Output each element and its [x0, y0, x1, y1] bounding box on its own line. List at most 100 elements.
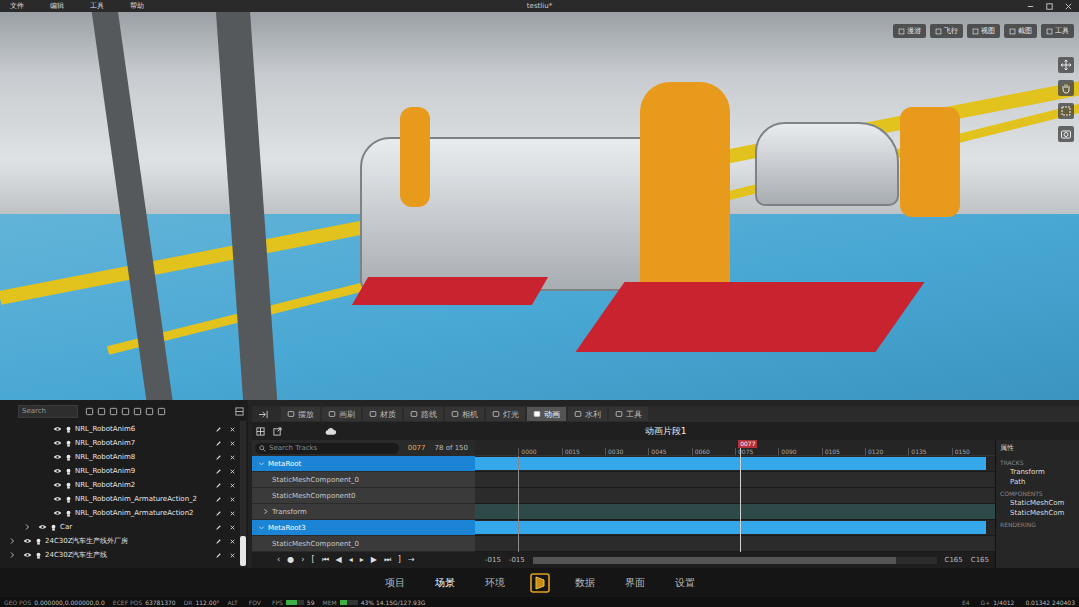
- dock-tab[interactable]: 界面: [617, 574, 653, 592]
- scene-tree-scrollbar[interactable]: [240, 421, 246, 566]
- track-chevron-icon[interactable]: [258, 460, 265, 467]
- visibility-eye-icon[interactable]: [38, 524, 47, 530]
- visibility-eye-icon[interactable]: [53, 482, 62, 488]
- menu-item[interactable]: 工具: [90, 1, 104, 11]
- editor-tab[interactable]: 摆放: [281, 407, 320, 421]
- playback-button[interactable]: ›: [298, 554, 307, 566]
- editor-tab[interactable]: 画刷: [322, 407, 361, 421]
- timeline-lane[interactable]: [475, 488, 995, 504]
- edit-pencil-icon[interactable]: [215, 538, 222, 545]
- visibility-eye-icon[interactable]: [53, 468, 62, 474]
- delete-x-icon[interactable]: [229, 510, 236, 517]
- scene-tree-item[interactable]: NRL_RobotAnim6: [0, 422, 240, 436]
- editor-tab[interactable]: 动画: [527, 407, 566, 421]
- track-chevron-icon[interactable]: [258, 524, 265, 531]
- visibility-eye-icon[interactable]: [53, 496, 62, 502]
- delete-x-icon[interactable]: [229, 454, 236, 461]
- expand-chevron-icon[interactable]: [8, 551, 16, 559]
- visibility-eye-icon[interactable]: [53, 510, 62, 516]
- track-row[interactable]: Transform: [252, 504, 475, 520]
- track-chevron-icon[interactable]: [262, 508, 269, 515]
- menu-item[interactable]: 文件: [10, 1, 24, 11]
- scene-tree-item[interactable]: 24C30Z汽车生产线: [0, 548, 240, 562]
- edit-pencil-icon[interactable]: [215, 496, 222, 503]
- tree-tool-icon[interactable]: [157, 407, 166, 416]
- tree-tool-icon[interactable]: [145, 407, 154, 416]
- cloud-icon[interactable]: [324, 427, 337, 436]
- dock-tab[interactable]: 数据: [567, 574, 603, 592]
- tree-tool-icon[interactable]: [121, 407, 130, 416]
- playback-button[interactable]: ]: [395, 554, 404, 566]
- edit-pencil-icon[interactable]: [215, 524, 222, 531]
- scene-search-field[interactable]: Search: [18, 405, 78, 418]
- frame-tool-button[interactable]: [1058, 103, 1074, 119]
- app-logo[interactable]: [527, 570, 553, 596]
- current-frame[interactable]: 0077: [404, 444, 430, 452]
- timeline-main[interactable]: 0000001500300045006000750090010501200135…: [475, 440, 995, 552]
- edit-pencil-icon[interactable]: [215, 426, 222, 433]
- visibility-eye-icon[interactable]: [23, 538, 32, 544]
- scene-tree-item[interactable]: 24C30Z汽车生产线外厂房: [0, 534, 240, 548]
- playback-button[interactable]: [: [308, 554, 317, 566]
- pan-tool-button[interactable]: [1058, 80, 1074, 96]
- grid-icon[interactable]: [256, 427, 265, 436]
- edit-pencil-icon[interactable]: [215, 454, 222, 461]
- editor-tab[interactable]: 灯光: [486, 407, 525, 421]
- viewport-tool-button[interactable]: 截图: [1004, 24, 1037, 38]
- track-row[interactable]: MetaRoot3: [252, 520, 475, 536]
- dock-tab[interactable]: 场景: [427, 574, 463, 592]
- capture-tool-button[interactable]: [1058, 126, 1074, 142]
- menu-item[interactable]: 帮助: [130, 1, 144, 11]
- timeline-lane[interactable]: [475, 456, 995, 472]
- editor-tab[interactable]: 工具: [609, 407, 648, 421]
- timeline-lane[interactable]: [475, 520, 995, 536]
- timeline-scrollbar[interactable]: [533, 557, 937, 564]
- layout-icon[interactable]: [235, 407, 244, 416]
- track-row[interactable]: StaticMeshComponent0: [252, 488, 475, 504]
- scene-tree-item[interactable]: NRL_RobotAnim8: [0, 450, 240, 464]
- property-item[interactable]: StaticMeshCom: [1000, 499, 1075, 507]
- editor-tab[interactable]: 水利: [568, 407, 607, 421]
- viewport-tool-button[interactable]: 工具: [1041, 24, 1074, 38]
- editor-tab[interactable]: 路线: [404, 407, 443, 421]
- track-row[interactable]: StaticMeshComponent_0: [252, 472, 475, 488]
- move-tool-button[interactable]: [1058, 57, 1074, 73]
- playback-button[interactable]: ▸: [357, 554, 367, 566]
- delete-x-icon[interactable]: [229, 482, 236, 489]
- menu-item[interactable]: 编辑: [50, 1, 64, 11]
- animation-clip-bar[interactable]: [475, 521, 986, 534]
- editor-tab[interactable]: 材质: [363, 407, 402, 421]
- property-item[interactable]: Transform: [1000, 468, 1075, 476]
- scene-tree-item[interactable]: NRL_RobotAnim_ArmatureAction2: [0, 506, 240, 520]
- visibility-eye-icon[interactable]: [53, 426, 62, 432]
- timeline-lane[interactable]: [475, 536, 995, 552]
- playback-button[interactable]: ⏮: [319, 554, 332, 566]
- range-start[interactable]: -015: [485, 556, 501, 564]
- viewport-tool-button[interactable]: 视图: [967, 24, 1000, 38]
- playhead-label[interactable]: 0077: [738, 440, 757, 448]
- property-item[interactable]: Path: [1000, 478, 1075, 486]
- animation-clip-bar[interactable]: [475, 457, 986, 470]
- range-end[interactable]: C165: [971, 556, 989, 564]
- scene-tree-item[interactable]: Car: [0, 520, 240, 534]
- edit-pencil-icon[interactable]: [215, 510, 222, 517]
- delete-x-icon[interactable]: [229, 426, 236, 433]
- dock-tab[interactable]: 项目: [377, 574, 413, 592]
- scrollbar-thumb[interactable]: [240, 536, 246, 566]
- visibility-eye-icon[interactable]: [53, 440, 62, 446]
- timeline-ruler[interactable]: 0000001500300045006000750090010501200135…: [475, 440, 995, 456]
- scene-tree-item[interactable]: NRL_RobotAnim7: [0, 436, 240, 450]
- viewport-tool-button[interactable]: 飞行: [930, 24, 963, 38]
- delete-x-icon[interactable]: [229, 538, 236, 545]
- delete-x-icon[interactable]: [229, 440, 236, 447]
- view-start[interactable]: -015: [509, 556, 525, 564]
- scene-tree-item[interactable]: NRL_RobotAnim2: [0, 478, 240, 492]
- viewport-tool-button[interactable]: 漫游: [893, 24, 926, 38]
- playback-button[interactable]: ‹: [274, 554, 283, 566]
- property-item[interactable]: StaticMeshCom: [1000, 509, 1075, 517]
- tree-tool-icon[interactable]: [109, 407, 118, 416]
- editor-tab[interactable]: 相机: [445, 407, 484, 421]
- minimize-icon[interactable]: [1026, 2, 1035, 11]
- playhead[interactable]: 0077: [740, 440, 741, 552]
- dock-tab[interactable]: 设置: [667, 574, 703, 592]
